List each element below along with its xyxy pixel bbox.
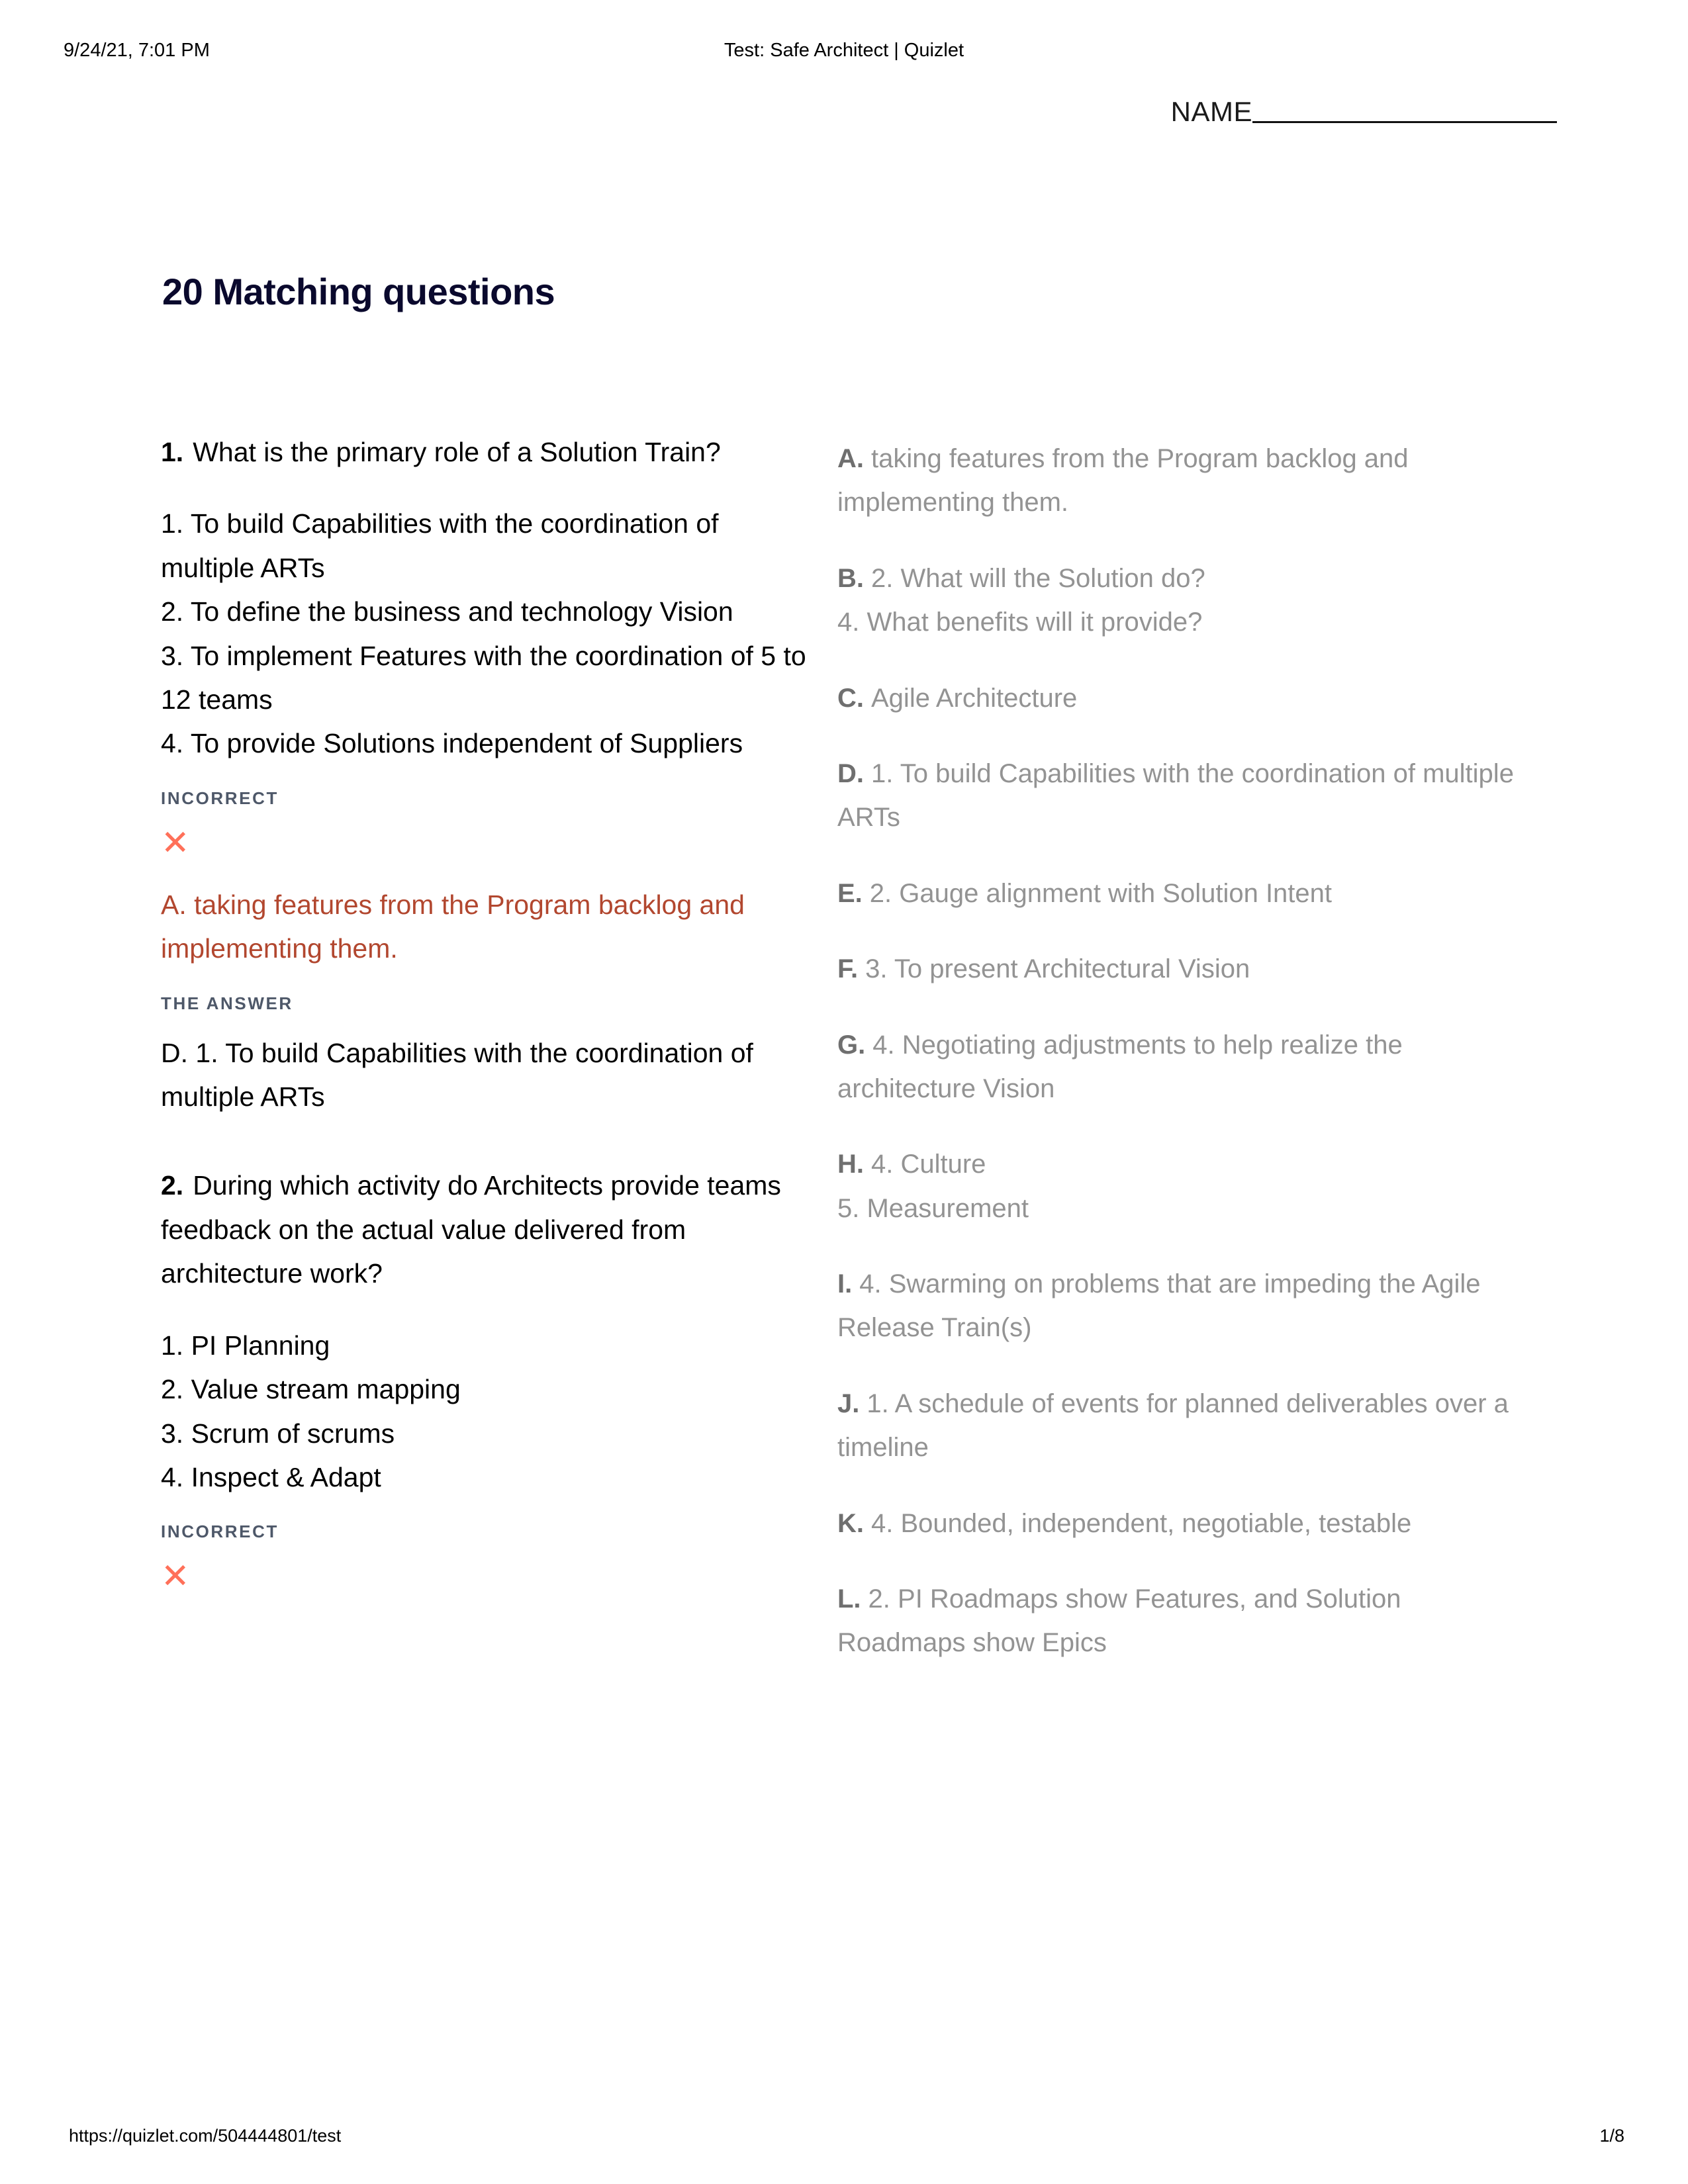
question-number: 1.	[161, 437, 184, 467]
choice-letter: B.	[837, 563, 864, 593]
test-page: 20 Matching questions 1. What is the prim…	[0, 0, 1688, 2184]
answer-choice-b[interactable]: B. 2. What will the Solution do? 4. What …	[837, 557, 1519, 645]
choice-text: 4. Swarming on problems that are impedin…	[837, 1269, 1481, 1343]
choice-letter: G.	[837, 1030, 866, 1060]
choice-text: 2. PI Roadmaps show Features, and Soluti…	[837, 1584, 1401, 1658]
choice-letter: I.	[837, 1269, 853, 1299]
question-options: 1. To build Capabilities with the coordi…	[161, 508, 806, 759]
answer-choice-j[interactable]: J. 1. A schedule of events for planned de…	[837, 1382, 1519, 1470]
incorrect-x-icon: ✕	[161, 1557, 190, 1596]
print-footer: https://quizlet.com/504444801/test 1/8	[0, 2126, 1688, 2152]
choice-text: 4. Culture 5. Measurement	[837, 1150, 1029, 1223]
answer-choice-h[interactable]: H. 4. Culture 5. Measurement	[837, 1142, 1519, 1230]
answer-choice-e[interactable]: E. 2. Gauge alignment with Solution Inten…	[837, 872, 1519, 915]
answer-choice-c[interactable]: C. Agile Architecture	[837, 676, 1519, 720]
choice-letter: C.	[837, 683, 864, 713]
choice-text: 4. Bounded, independent, negotiable, tes…	[871, 1508, 1412, 1538]
question-item: 2. During which activity do Architects pr…	[161, 1163, 810, 1594]
answer-choice-f[interactable]: F. 3. To present Architectural Vision	[837, 947, 1519, 991]
print-url: https://quizlet.com/504444801/test	[69, 2126, 342, 2146]
answer-choice-i[interactable]: I. 4. Swarming on problems that are imped…	[837, 1262, 1519, 1350]
answer-choice-k[interactable]: K. 4. Bounded, independent, negotiable, t…	[837, 1502, 1519, 1545]
status-badge: INCORRECT	[161, 1522, 279, 1542]
question-prompt: 2. During which activity do Architects pr…	[161, 1163, 810, 1295]
question-prompt-text: During which activity do Architects prov…	[161, 1170, 781, 1289]
choice-letter: J.	[837, 1388, 860, 1418]
question-options: 1. PI Planning 2. Value stream mapping 3…	[161, 1330, 461, 1492]
correct-answer: D. 1. To build Capabilities with the coo…	[161, 1037, 753, 1113]
given-answer: A. taking features from the Program back…	[161, 889, 745, 964]
answer-choices-column: A. taking features from the Program backl…	[837, 437, 1519, 1697]
answer-choice-g[interactable]: G. 4. Negotiating adjustments to help rea…	[837, 1023, 1519, 1111]
question-item: 1. What is the primary role of a Solution…	[161, 430, 810, 1118]
choice-letter: F.	[837, 954, 859, 984]
questions-column: 1. What is the primary role of a Solution…	[161, 430, 810, 1639]
choice-text: 1. To build Capabilities with the coordi…	[837, 758, 1514, 833]
choice-text: 3. To present Architectural Vision	[865, 954, 1250, 984]
choice-text: 1. A schedule of events for planned deli…	[837, 1388, 1509, 1463]
print-page-number: 1/8	[1599, 2126, 1624, 2146]
choice-letter: L.	[837, 1584, 861, 1614]
choice-text: 4. Negotiating adjustments to help reali…	[837, 1030, 1403, 1103]
incorrect-x-icon: ✕	[161, 823, 190, 862]
choice-text: taking features from the Program backlog…	[837, 444, 1409, 518]
choice-letter: D.	[837, 758, 864, 788]
question-prompt-text: What is the primary role of a Solution T…	[193, 437, 721, 467]
choice-text: 2. Gauge alignment with Solution Intent	[869, 878, 1333, 908]
choice-letter: K.	[837, 1508, 864, 1538]
answer-choice-a[interactable]: A. taking features from the Program backl…	[837, 437, 1519, 525]
question-number: 2.	[161, 1170, 184, 1201]
choice-text: Agile Architecture	[871, 683, 1078, 713]
choice-text: 2. What will the Solution do? 4. What be…	[837, 563, 1205, 637]
choice-letter: A.	[837, 444, 864, 473]
choice-letter: H.	[837, 1150, 864, 1179]
page-title: 20 Matching questions	[162, 271, 555, 312]
status-badge: INCORRECT	[161, 788, 279, 808]
answer-choice-l[interactable]: L. 2. PI Roadmaps show Features, and Solu…	[837, 1577, 1519, 1665]
question-prompt: 1. What is the primary role of a Solution…	[161, 430, 810, 474]
choice-letter: E.	[837, 878, 863, 908]
the-answer-label: THE ANSWER	[161, 993, 293, 1013]
answer-choice-d[interactable]: D. 1. To build Capabilities with the coor…	[837, 752, 1519, 840]
